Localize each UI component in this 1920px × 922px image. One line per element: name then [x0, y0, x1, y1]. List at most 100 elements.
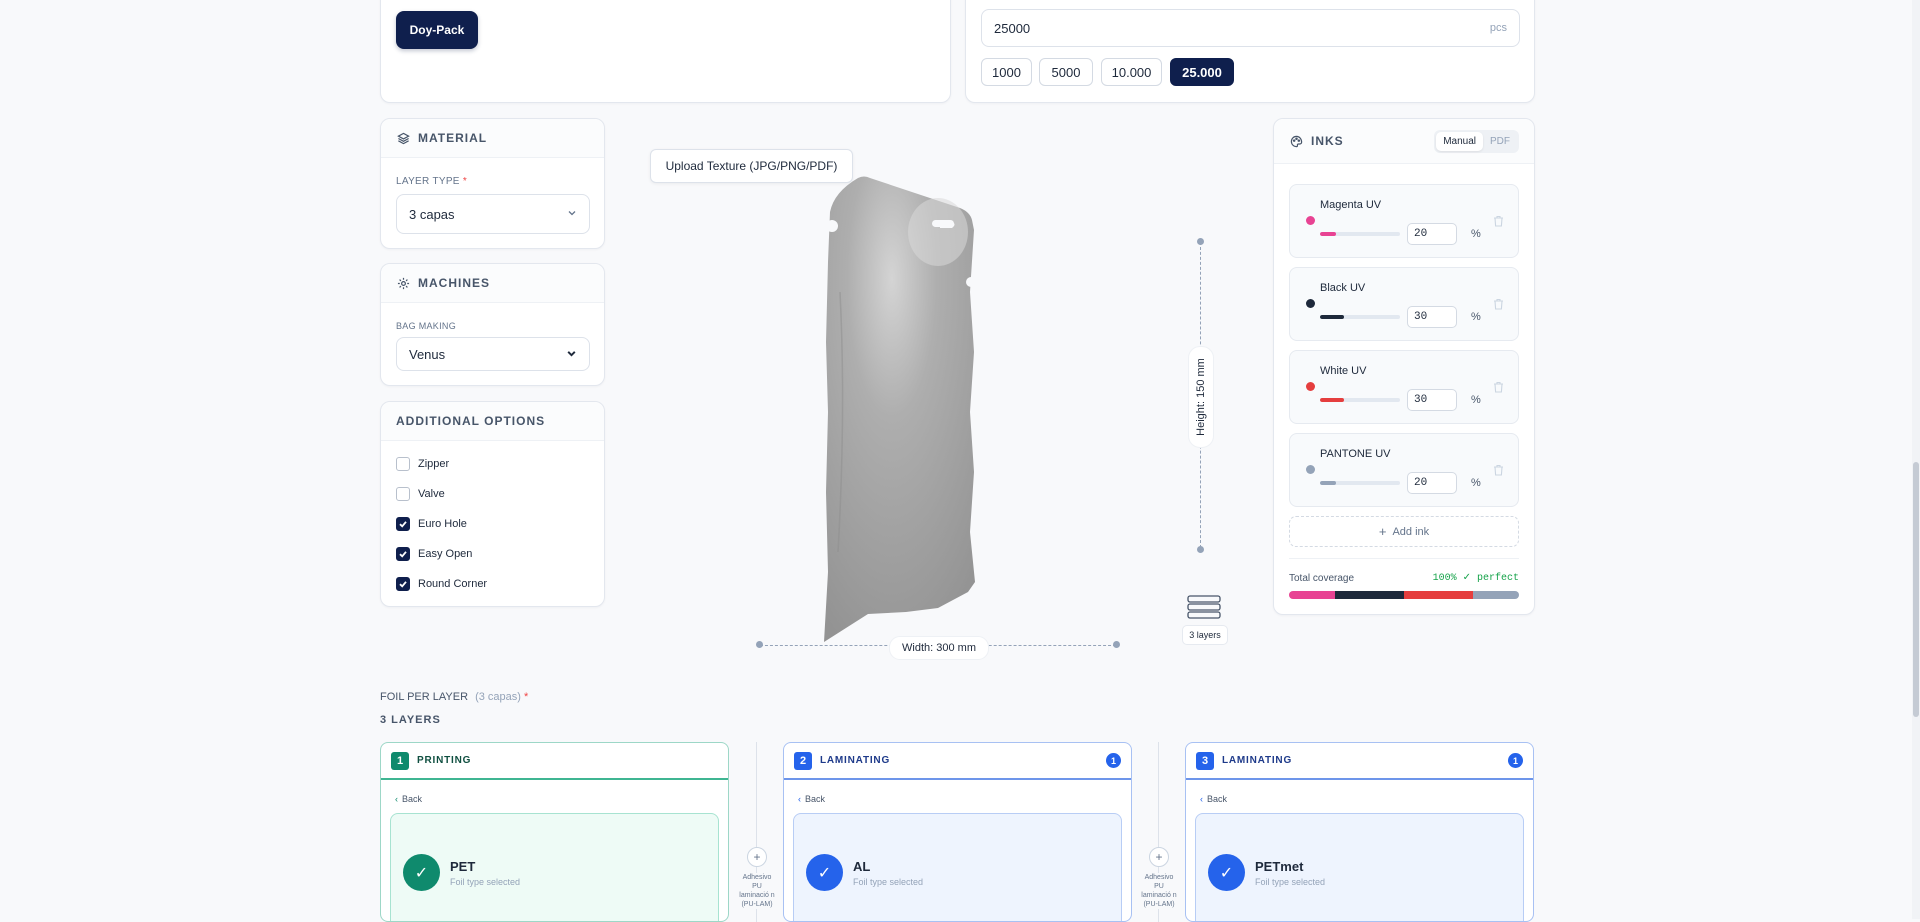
ink-percent-input[interactable]: 30: [1407, 306, 1457, 328]
ink-slider[interactable]: [1320, 398, 1400, 402]
bag-making-label: BAG MAKING: [396, 321, 457, 331]
foil-name: AL: [853, 859, 871, 874]
chevron-left-icon: ‹: [798, 794, 801, 804]
quantity-value: 25000: [994, 20, 1031, 36]
layers-icon: [396, 131, 410, 145]
mode-pdf-tab[interactable]: PDF: [1483, 132, 1517, 151]
layers-count-label: 3 layers: [1182, 625, 1228, 645]
layer-connector-1: + Adhesivo PU laminació n (PU-LAM): [739, 742, 775, 922]
coverage-bar: [1289, 591, 1519, 599]
layer-header: 1 PRINTING: [381, 743, 728, 780]
layer-title: LAMINATING: [1222, 755, 1293, 766]
ink-percent-unit: %: [1471, 477, 1481, 489]
layer-header: 2 LAMINATING 1: [784, 743, 1131, 780]
mode-manual-tab[interactable]: Manual: [1436, 131, 1483, 151]
pouch-preview: [824, 176, 976, 642]
quantity-preset-25000[interactable]: 25.000: [1170, 58, 1234, 86]
bag-making-select[interactable]: Venus: [396, 337, 590, 371]
option-easy-open[interactable]: Easy Open: [396, 547, 472, 561]
quantity-card: 25000 pcs: [965, 0, 1535, 103]
material-title: MATERIAL: [418, 131, 488, 145]
back-link[interactable]: ‹ Back: [798, 794, 825, 804]
ink-color-dot: [1306, 299, 1315, 308]
option-zipper[interactable]: Zipper: [396, 457, 449, 471]
layer-type-select[interactable]: 3 capas: [396, 194, 590, 234]
scrollbar-thumb[interactable]: [1913, 462, 1919, 717]
option-valve[interactable]: Valve: [396, 487, 445, 501]
ink-row-white: White UV 30 %: [1289, 350, 1519, 424]
check-icon: ✓: [1208, 854, 1245, 891]
foil-status: Foil type selected: [1255, 877, 1326, 887]
check-icon: ✓: [403, 854, 440, 891]
width-label: Width: 300 mm: [889, 636, 989, 660]
material-card: MATERIAL LAYER TYPE * 3 capas: [380, 118, 605, 249]
trash-icon[interactable]: [1493, 381, 1504, 396]
layer-number: 3: [1196, 751, 1214, 770]
machines-header: MACHINES: [381, 264, 604, 303]
height-label-box: Height: 150 mm: [1188, 346, 1214, 448]
trash-icon[interactable]: [1493, 298, 1504, 313]
add-ink-button[interactable]: + Add ink: [1289, 516, 1519, 547]
checkbox-checked[interactable]: [396, 517, 410, 531]
ink-percent-unit: %: [1471, 228, 1481, 240]
quantity-preset-10000[interactable]: 10.000: [1101, 58, 1162, 86]
add-adhesive-button[interactable]: +: [747, 847, 767, 867]
ink-percent-unit: %: [1471, 394, 1481, 406]
inks-title: INKS: [1311, 134, 1344, 148]
ink-percent-input[interactable]: 30: [1407, 389, 1457, 411]
ink-name: PANTONE UV: [1320, 448, 1391, 460]
check-icon: ✓: [806, 854, 843, 891]
bag-making-value: Venus: [409, 346, 446, 362]
dimension-handle[interactable]: [1197, 238, 1204, 245]
checkbox[interactable]: [396, 487, 410, 501]
layer-type-value: 3 capas: [409, 206, 455, 222]
scrollbar-track[interactable]: [1912, 0, 1920, 919]
ink-percent-unit: %: [1471, 311, 1481, 323]
checkbox-checked[interactable]: [396, 547, 410, 561]
ink-percent-input[interactable]: 20: [1407, 472, 1457, 494]
bag-type-card: Doy-Pack: [380, 0, 951, 103]
bag-type-doy-pack-button[interactable]: Doy-Pack: [396, 11, 478, 49]
foil-option-selected[interactable]: ✓ PETmet Foil type selected: [1195, 813, 1524, 921]
option-round-corner[interactable]: Round Corner: [396, 577, 487, 591]
layer-title: PRINTING: [417, 755, 472, 766]
ink-slider[interactable]: [1320, 481, 1400, 485]
dimension-handle[interactable]: [756, 641, 763, 648]
machines-card: MACHINES BAG MAKING Venus: [380, 263, 605, 386]
foil-name: PETmet: [1255, 859, 1304, 874]
foil-status: Foil type selected: [450, 877, 521, 887]
ink-slider[interactable]: [1320, 315, 1400, 319]
quantity-preset-5000[interactable]: 5000: [1039, 58, 1093, 86]
ink-slider[interactable]: [1320, 232, 1400, 236]
trash-icon[interactable]: [1493, 464, 1504, 479]
option-euro-hole[interactable]: Euro Hole: [396, 517, 467, 531]
material-header: MATERIAL: [381, 119, 604, 158]
layer-connector-2: + Adhesivo PU laminació n (PU-LAM): [1141, 742, 1177, 922]
back-link[interactable]: ‹ Back: [395, 794, 422, 804]
trash-icon[interactable]: [1493, 215, 1504, 230]
add-adhesive-button[interactable]: +: [1149, 847, 1169, 867]
checkbox[interactable]: [396, 457, 410, 471]
ink-row-magenta: Magenta UV 20 %: [1289, 184, 1519, 258]
quantity-preset-1000[interactable]: 1000: [981, 58, 1032, 86]
dimension-handle[interactable]: [1197, 546, 1204, 553]
coverage-divider: [1289, 558, 1519, 559]
checkbox-checked[interactable]: [396, 577, 410, 591]
inks-header: INKS Manual PDF: [1274, 119, 1534, 164]
layer-card-3: 3 LAMINATING 1 ‹ Back ✓ PETmet Foil type …: [1185, 742, 1534, 922]
foil-option-selected[interactable]: ✓ PET Foil type selected: [390, 813, 719, 921]
foil-option-selected[interactable]: ✓ AL Foil type selected: [793, 813, 1122, 921]
quantity-unit: pcs: [1489, 22, 1507, 34]
dimension-handle[interactable]: [1113, 641, 1120, 648]
layer-card-1: 1 PRINTING ‹ Back ✓ PET Foil type selecte…: [380, 742, 729, 922]
ink-color-dot: [1306, 382, 1315, 391]
machines-title: MACHINES: [418, 276, 491, 290]
layer-header: 3 LAMINATING 1: [1186, 743, 1533, 780]
layer-count-badge: 1: [1106, 753, 1121, 768]
back-link[interactable]: ‹ Back: [1200, 794, 1227, 804]
layers-stack-icon[interactable]: [1187, 594, 1221, 620]
total-coverage-label: Total coverage: [1289, 573, 1355, 584]
quantity-input[interactable]: 25000 pcs: [981, 9, 1520, 47]
layer-card-2: 2 LAMINATING 1 ‹ Back ✓ AL Foil type sele…: [783, 742, 1132, 922]
ink-percent-input[interactable]: 20: [1407, 223, 1457, 245]
